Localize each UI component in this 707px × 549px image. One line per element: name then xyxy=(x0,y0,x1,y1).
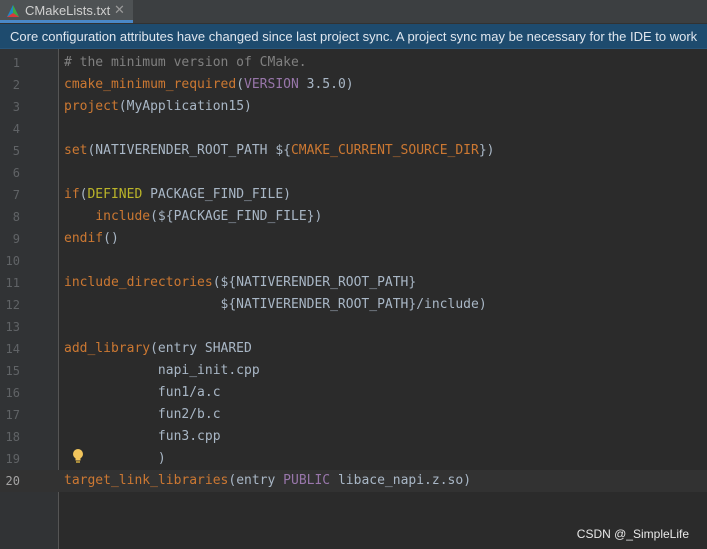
code-line[interactable]: 18 fun3.cpp xyxy=(0,426,707,448)
line-number: 18 xyxy=(5,430,20,444)
line-number: 4 xyxy=(12,122,20,136)
code-text: fun2/b.c xyxy=(64,404,221,426)
line-number: 10 xyxy=(5,254,20,268)
line-number: 7 xyxy=(12,188,20,202)
watermark: CSDN @_SimpleLife xyxy=(576,527,689,541)
code-token: # the minimum version of CMake. xyxy=(64,55,307,70)
code-token: VERSION xyxy=(244,77,299,92)
line-number: 14 xyxy=(5,342,20,356)
code-token: add_library xyxy=(64,341,151,356)
code-token: cmake_minimum_required xyxy=(64,77,237,92)
sync-notification-banner: Core configuration attributes have chang… xyxy=(0,24,707,49)
editor-tab-bar: CMakeLists.txt ✕ xyxy=(0,0,707,24)
code-text: fun1/a.c xyxy=(64,382,221,404)
code-token: (entry SHARED xyxy=(150,341,252,356)
code-text: include_directories(${NATIVERENDER_ROOT_… xyxy=(64,272,416,294)
code-token: DEFINED xyxy=(87,187,143,202)
code-token: endif xyxy=(64,231,104,246)
code-text: add_library(entry SHARED xyxy=(64,338,252,360)
code-text: include(${PACKAGE_FIND_FILE}) xyxy=(64,206,322,228)
code-line[interactable]: 4 xyxy=(0,118,707,140)
code-token: if xyxy=(64,187,80,202)
code-token: include xyxy=(95,209,151,224)
code-line[interactable]: 9 endif() xyxy=(0,228,707,250)
code-token: fun2/b.c xyxy=(64,407,221,422)
line-number: 3 xyxy=(12,100,20,114)
line-number: 19 xyxy=(5,452,20,466)
line-number: 5 xyxy=(12,144,20,158)
line-number: 11 xyxy=(5,276,20,290)
code-token: (NATIVERENDER_ROOT_PATH ${ xyxy=(87,143,291,158)
code-token: (${PACKAGE_FIND_FILE}) xyxy=(150,209,323,224)
line-number: 8 xyxy=(12,210,20,224)
code-text: cmake_minimum_required(VERSION 3.5.0) xyxy=(64,74,354,96)
code-token: (entry xyxy=(228,473,284,488)
close-icon[interactable]: ✕ xyxy=(114,2,125,18)
code-text: fun3.cpp xyxy=(64,426,221,448)
code-token: (MyApplication15) xyxy=(118,99,252,114)
code-token: set xyxy=(64,143,88,158)
code-token: ( xyxy=(236,77,245,92)
code-line[interactable]: 2 cmake_minimum_required(VERSION 3.5.0) xyxy=(0,74,707,96)
code-token: }) xyxy=(478,143,495,158)
tab-cmakelists[interactable]: CMakeLists.txt ✕ xyxy=(0,0,133,23)
code-line[interactable]: 8 include(${PACKAGE_FIND_FILE}) xyxy=(0,206,707,228)
code-line[interactable]: 20 target_link_libraries(entry PUBLIC lib… xyxy=(0,470,707,492)
line-number: 17 xyxy=(5,408,20,422)
code-line[interactable]: 14 add_library(entry SHARED xyxy=(0,338,707,360)
code-token: target_link_libraries xyxy=(64,473,229,488)
code-line[interactable]: 12 ${NATIVERENDER_ROOT_PATH}/include) xyxy=(0,294,707,316)
code-text: target_link_libraries(entry PUBLIC libac… xyxy=(64,470,471,492)
code-line[interactable]: 3 project(MyApplication15) xyxy=(0,96,707,118)
code-text: napi_init.cpp xyxy=(64,360,260,382)
code-text: ${NATIVERENDER_ROOT_PATH}/include) xyxy=(64,294,487,316)
code-token: libace_napi.z.so) xyxy=(330,473,472,488)
code-line[interactable]: 17 fun2/b.c xyxy=(0,404,707,426)
code-text: endif() xyxy=(64,228,119,250)
line-number: 2 xyxy=(12,78,20,92)
code-token: PUBLIC xyxy=(283,473,331,488)
code-token: PACKAGE_FIND_FILE) xyxy=(142,187,291,202)
code-token: napi_init.cpp xyxy=(64,363,260,378)
line-number: 12 xyxy=(5,298,20,312)
code-line[interactable]: 1 # the minimum version of CMake. xyxy=(0,52,707,74)
cmake-icon xyxy=(7,5,19,17)
code-text: project(MyApplication15) xyxy=(64,96,252,118)
line-number: 20 xyxy=(5,474,20,488)
banner-message: Core configuration attributes have chang… xyxy=(10,29,698,44)
code-token: ${NATIVERENDER_ROOT_PATH}/include) xyxy=(64,297,487,312)
code-token: () xyxy=(103,231,119,246)
tab-label: CMakeLists.txt xyxy=(25,3,111,18)
line-number: 1 xyxy=(12,56,20,70)
code-token: fun1/a.c xyxy=(64,385,221,400)
line-number: 15 xyxy=(5,364,20,378)
code-line[interactable]: 16 fun1/a.c xyxy=(0,382,707,404)
code-line[interactable]: 11 include_directories(${NATIVERENDER_ROO… xyxy=(0,272,707,294)
code-line[interactable]: 15 napi_init.cpp xyxy=(0,360,707,382)
code-line[interactable]: 5 set(NATIVERENDER_ROOT_PATH ${CMAKE_CURR… xyxy=(0,140,707,162)
code-token: fun3.cpp xyxy=(64,429,221,444)
code-line[interactable]: 7 if(DEFINED PACKAGE_FIND_FILE) xyxy=(0,184,707,206)
code-text: set(NATIVERENDER_ROOT_PATH ${CMAKE_CURRE… xyxy=(64,140,494,162)
code-line[interactable]: 6 xyxy=(0,162,707,184)
code-token: 3.5.0) xyxy=(298,77,354,92)
code-line[interactable]: 10 xyxy=(0,250,707,272)
code-text: if(DEFINED PACKAGE_FIND_FILE) xyxy=(64,184,291,206)
line-number: 9 xyxy=(12,232,20,246)
code-token: CMAKE_CURRENT_SOURCE_DIR xyxy=(290,143,479,158)
code-line[interactable]: 13 xyxy=(0,316,707,338)
line-number: 16 xyxy=(5,386,20,400)
code-token: project xyxy=(64,99,119,114)
lightbulb-icon[interactable] xyxy=(72,448,84,464)
line-number: 13 xyxy=(5,320,20,334)
code-line[interactable]: 19 ) xyxy=(0,448,707,470)
line-number: 6 xyxy=(12,166,20,180)
code-token: include_directories xyxy=(64,275,213,290)
code-token: (${NATIVERENDER_ROOT_PATH} xyxy=(212,275,417,290)
code-text: # the minimum version of CMake. xyxy=(64,52,307,74)
